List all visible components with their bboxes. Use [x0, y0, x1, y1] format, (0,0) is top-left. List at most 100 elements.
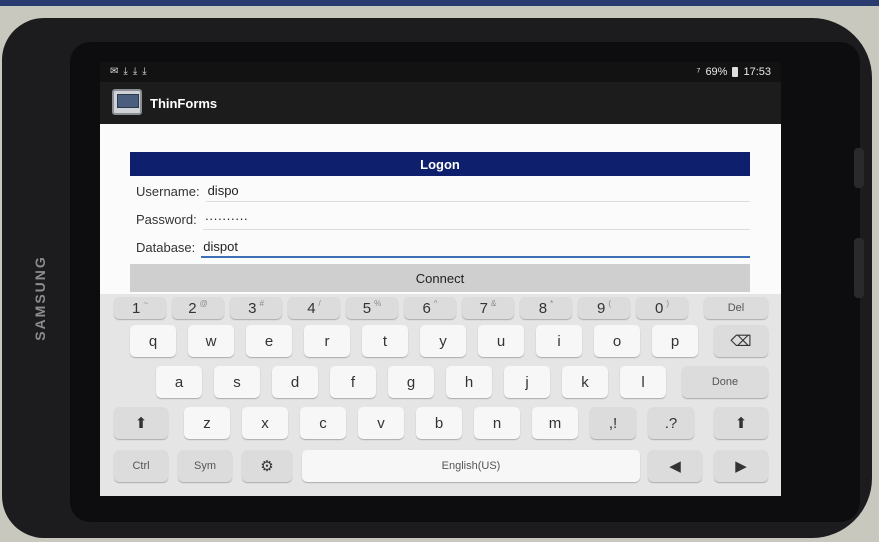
logon-form: Logon Username: Password: Database: Conn…: [100, 124, 781, 294]
screen: ✉ ⤓ ⤓ ⤓ ⁷ 69% 17:53 ThinForms Logon User…: [100, 62, 781, 496]
key-letter[interactable]: r: [304, 325, 350, 357]
key-number[interactable]: 4/: [288, 297, 340, 319]
key-alt-label: ): [666, 298, 669, 308]
key-period[interactable]: .?: [648, 407, 694, 439]
key-letter[interactable]: w: [188, 325, 234, 357]
key-label: 1: [131, 299, 141, 317]
arrow-left-icon: ◀: [669, 458, 681, 475]
device-brand: SAMSUNG: [32, 255, 48, 341]
right-arrow-key[interactable]: ▶: [714, 450, 768, 482]
key-number[interactable]: 8 *: [520, 297, 572, 319]
key-label: 0: [654, 299, 664, 317]
key-label: 3: [248, 299, 257, 317]
password-row: Password:: [136, 208, 750, 230]
key-number[interactable]: 5%: [346, 297, 398, 319]
done-key[interactable]: Done: [682, 366, 768, 398]
key-letter[interactable]: n: [474, 407, 520, 439]
database-label: Database:: [136, 239, 196, 255]
side-button: [854, 148, 864, 188]
key-number[interactable]: 3 #: [230, 297, 282, 319]
logon-header: Logon: [130, 152, 750, 176]
password-field[interactable]: [202, 208, 750, 230]
key-letter[interactable]: h: [446, 366, 492, 398]
key-number[interactable]: 6 ^: [404, 297, 456, 319]
username-label: Username:: [136, 183, 200, 199]
delete-key[interactable]: Del: [704, 297, 768, 319]
connect-button[interactable]: Connect: [130, 264, 750, 292]
key-letter[interactable]: l: [620, 366, 666, 398]
clock: 17:53: [743, 66, 771, 78]
key-letter[interactable]: u: [478, 325, 524, 357]
username-field[interactable]: [205, 180, 750, 202]
key-letter[interactable]: g: [388, 366, 434, 398]
shift-key-left[interactable]: ⬆: [114, 407, 168, 439]
key-number[interactable]: 0): [636, 297, 688, 319]
key-letter[interactable]: j: [504, 366, 550, 398]
status-left-icons: ✉ ⤓ ⤓ ⤓: [110, 66, 147, 77]
shift-icon: ⬆: [134, 415, 148, 432]
key-letter[interactable]: q: [130, 325, 176, 357]
key-alt-label: @: [199, 298, 208, 308]
key-letter[interactable]: t: [362, 325, 408, 357]
status-bar: ✉ ⤓ ⤓ ⤓ ⁷ 69% 17:53: [100, 62, 781, 82]
key-letter[interactable]: z: [184, 407, 230, 439]
key-alt-label: ^: [433, 298, 438, 308]
key-letter[interactable]: d: [272, 366, 318, 398]
ctrl-key[interactable]: Ctrl: [114, 450, 168, 482]
key-letter[interactable]: m: [532, 407, 578, 439]
key-label: 4: [307, 299, 316, 317]
key-letter[interactable]: s: [214, 366, 260, 398]
backspace-key[interactable]: ⌫: [714, 325, 768, 357]
key-alt-label: *: [550, 298, 554, 308]
key-label: 2: [188, 299, 197, 317]
database-row: Database:: [136, 236, 750, 258]
shift-icon: ⬆: [734, 415, 748, 432]
arrow-right-icon: ▶: [735, 458, 747, 475]
sym-key[interactable]: Sym: [178, 450, 232, 482]
key-letter[interactable]: i: [536, 325, 582, 357]
download-icon: ⤓: [142, 66, 147, 77]
app-logo-icon: [112, 89, 142, 115]
key-letter[interactable]: a: [156, 366, 202, 398]
key-letter[interactable]: f: [330, 366, 376, 398]
key-letter[interactable]: y: [420, 325, 466, 357]
key-number[interactable]: 7 &: [462, 297, 514, 319]
shift-key-right[interactable]: ⬆: [714, 407, 768, 439]
key-letter[interactable]: p: [652, 325, 698, 357]
message-icon: ✉: [110, 66, 119, 77]
space-key[interactable]: English(US): [302, 450, 640, 482]
key-label: 9: [596, 299, 606, 317]
app-title: ThinForms: [150, 96, 218, 111]
key-letter[interactable]: x: [242, 407, 288, 439]
key-label: 7: [479, 299, 488, 317]
key-alt-label: %: [374, 298, 382, 308]
key-letter[interactable]: e: [246, 325, 292, 357]
key-alt-label: #: [259, 298, 264, 308]
key-alt-label: ~: [143, 298, 148, 308]
key-label: 6: [422, 299, 431, 317]
key-letter[interactable]: k: [562, 366, 608, 398]
home-button: [854, 238, 864, 298]
key-alt-label: /: [318, 298, 321, 308]
key-comma[interactable]: ,!: [590, 407, 636, 439]
key-number[interactable]: 2 @: [172, 297, 224, 319]
key-letter[interactable]: b: [416, 407, 462, 439]
key-label: 8: [538, 299, 548, 317]
battery-percent: 69%: [705, 66, 728, 78]
signal-icon: ⁷: [696, 66, 701, 78]
key-number[interactable]: 1 ~: [114, 297, 166, 319]
key-letter[interactable]: v: [358, 407, 404, 439]
database-field[interactable]: [201, 236, 750, 258]
key-alt-label: &: [491, 298, 497, 308]
gear-icon: ⚙: [260, 458, 274, 475]
on-screen-keyboard: 1 ~ 2 @ 3 # 4/ 5% 6 ^ 7 & 8 * 9( 0) Del q w e …: [100, 294, 781, 496]
key-alt-label: (: [608, 298, 611, 308]
key-label: 5: [362, 299, 372, 317]
key-number[interactable]: 9(: [578, 297, 630, 319]
settings-key[interactable]: ⚙: [242, 450, 292, 482]
left-arrow-key[interactable]: ◀: [648, 450, 702, 482]
top-strip: [0, 0, 879, 6]
key-letter[interactable]: c: [300, 407, 346, 439]
key-letter[interactable]: o: [594, 325, 640, 357]
battery-icon: [732, 67, 739, 77]
